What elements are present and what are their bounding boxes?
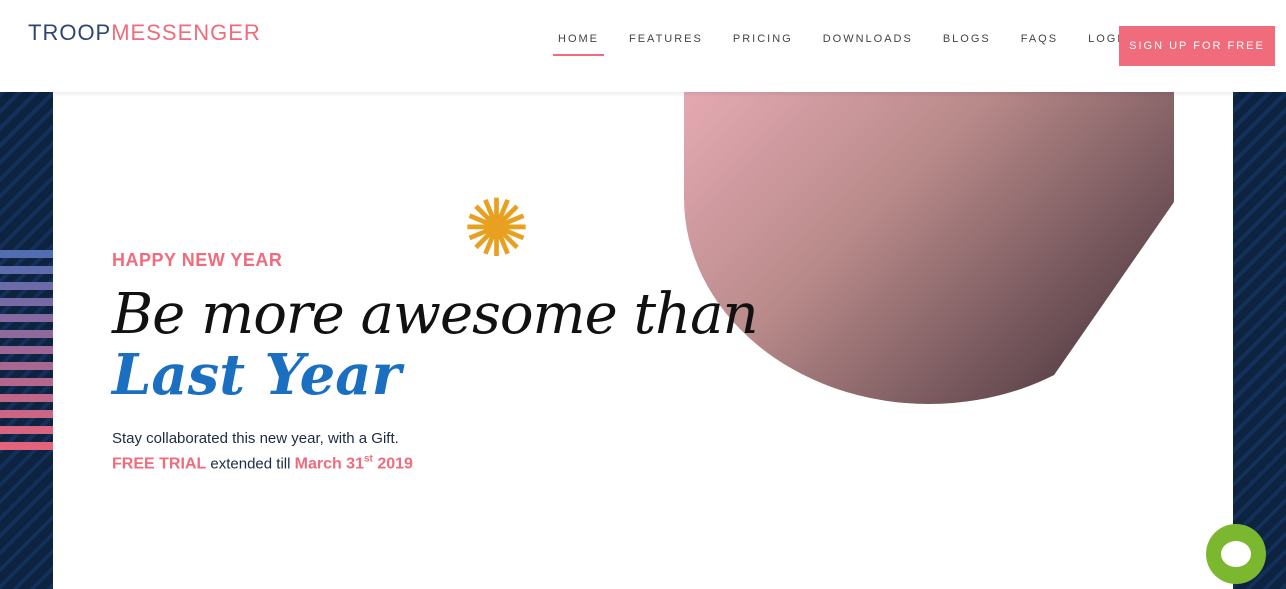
- hero-section: ✺ HAPPY NEW YEAR Be more awesome than La…: [53, 92, 1233, 589]
- hero-text: Stay collaborated this new year, with a …: [112, 430, 399, 447]
- trial-text: FREE TRIAL extended till March 31st 2019: [112, 454, 413, 473]
- hero-title: Be more awesome than: [112, 282, 759, 347]
- right-pattern: [1233, 92, 1286, 589]
- nav-home[interactable]: HOME: [543, 33, 614, 57]
- logo[interactable]: TROOPMESSENGER: [28, 20, 261, 46]
- hero-kicker: HAPPY NEW YEAR: [112, 250, 283, 270]
- nav-features[interactable]: FEATURES: [614, 33, 718, 57]
- zigzag-decoration: [0, 250, 53, 450]
- nav-downloads[interactable]: DOWNLOADS: [808, 33, 928, 57]
- header: TROOPMESSENGER HOME FEATURES PRICING DOW…: [0, 0, 1286, 92]
- nav-faqs[interactable]: FAQS: [1006, 33, 1073, 57]
- hero-photo: [684, 92, 1174, 404]
- chat-button[interactable]: [1206, 524, 1266, 584]
- nav-pricing[interactable]: PRICING: [718, 33, 808, 57]
- signup-button[interactable]: SIGN UP FOR FREE: [1119, 26, 1275, 66]
- main-nav: HOME FEATURES PRICING DOWNLOADS BLOGS FA…: [543, 33, 1147, 57]
- chat-bubble-icon: [1221, 541, 1251, 567]
- nav-blogs[interactable]: BLOGS: [928, 33, 1006, 57]
- hero-title-accent: Last Year: [112, 342, 402, 408]
- firework-icon: ✺: [463, 184, 531, 273]
